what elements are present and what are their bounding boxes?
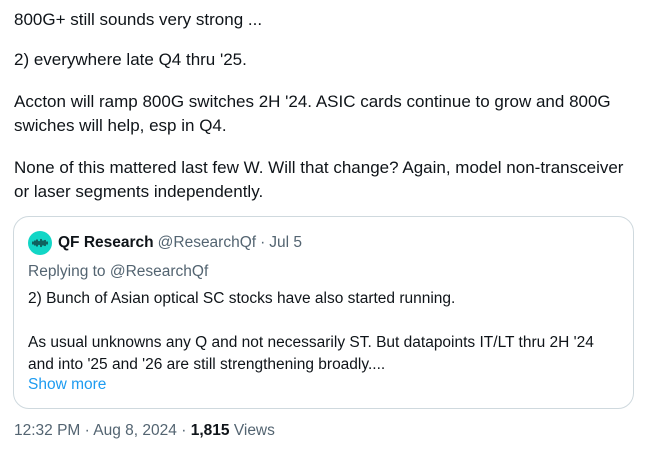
separator-dot: · <box>260 234 266 251</box>
quoted-tweet-paragraph-1: 2) Bunch of Asian optical SC stocks have… <box>28 290 456 307</box>
quoted-tweet-header: QF Research @ResearchQf · Jul 5 <box>28 231 302 255</box>
separator-dot: · <box>84 422 90 439</box>
quoted-tweet-card[interactable]: QF Research @ResearchQf · Jul 5 Replying… <box>13 216 634 409</box>
quoted-tweet-date[interactable]: Jul 5 <box>269 234 302 252</box>
tweet-date[interactable]: Aug 8, 2024 <box>93 422 177 439</box>
views-label: Views <box>233 422 275 439</box>
quoted-author-handle[interactable]: @ResearchQf <box>158 234 256 252</box>
views-count: 1,815 <box>190 422 230 439</box>
tweet-time[interactable]: 12:32 PM <box>14 422 80 439</box>
quoted-author-name[interactable]: QF Research <box>58 234 154 252</box>
tweet-paragraph-1: 800G+ still sounds very strong ... <box>14 10 263 29</box>
tweet-paragraph-4: None of this mattered last few W. Will t… <box>14 158 624 201</box>
tweet-paragraph-3: Accton will ramp 800G switches 2H '24. A… <box>14 92 611 135</box>
quoted-tweet-paragraph-2: As usual unknowns any Q and not necessar… <box>28 334 594 373</box>
separator-dot: · <box>181 422 187 439</box>
avatar[interactable] <box>28 231 52 255</box>
show-more-link[interactable]: Show more <box>28 376 106 394</box>
waveform-icon <box>32 238 48 248</box>
tweet-metadata: 12:32 PM · Aug 8, 2024 · 1,815 Views <box>14 422 275 440</box>
replying-to: Replying to @ResearchQf <box>28 263 209 280</box>
tweet-paragraph-2: 2) everywhere late Q4 thru '25. <box>14 50 247 69</box>
